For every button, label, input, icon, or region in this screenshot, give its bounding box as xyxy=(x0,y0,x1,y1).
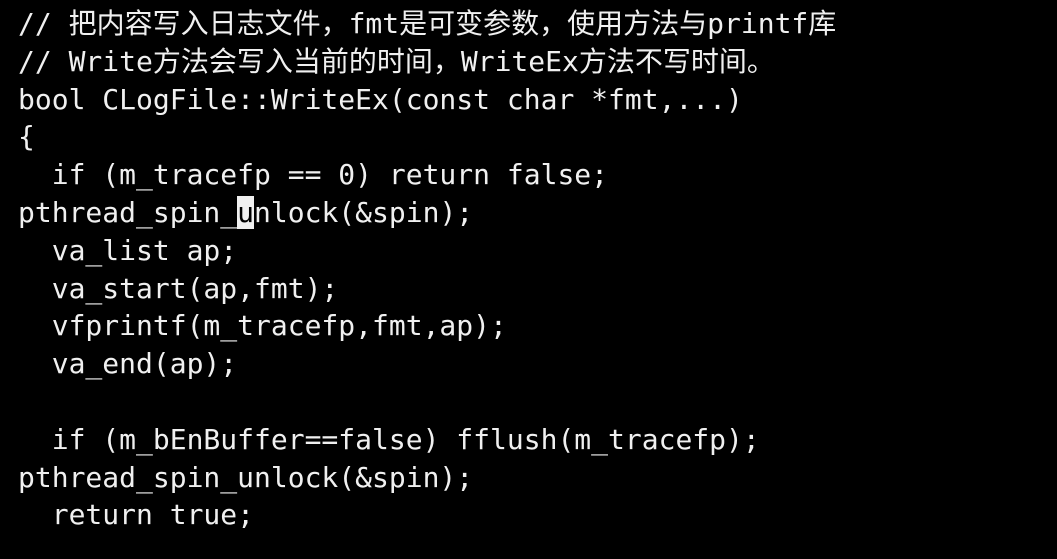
code-line-6-before-cursor: pthread_spin_ xyxy=(18,195,238,229)
code-line-8: va_start(ap,fmt); xyxy=(18,271,339,305)
code-line-5: if (m_tracefp == 0) return false; xyxy=(18,158,609,192)
code-line-14: return true; xyxy=(18,498,255,532)
code-line-3: bool CLogFile::WriteEx(const char *fmt,.… xyxy=(18,82,743,116)
code-line-7: va_list ap; xyxy=(18,233,238,267)
code-line-9: vfprintf(m_tracefp,fmt,ap); xyxy=(18,309,507,343)
code-line-6: pthread_spin_unlock(&spin); xyxy=(18,194,836,232)
code-line-6-after-cursor: nlock(&spin); xyxy=(254,195,474,229)
code-editor[interactable]: // 把内容写入日志文件，fmt是可变参数，使用方法与printf库 // Wri… xyxy=(18,5,836,534)
code-line-2: // Write方法会写入当前的时间，WriteEx方法不写时间。 xyxy=(18,44,775,78)
text-cursor: u xyxy=(237,195,255,229)
code-line-12: if (m_bEnBuffer==false) fflush(m_tracefp… xyxy=(18,422,760,456)
terminal-window[interactable]: // 把内容写入日志文件，fmt是可变参数，使用方法与printf库 // Wri… xyxy=(0,0,1057,559)
code-line-4: { xyxy=(18,120,35,154)
code-line-1: // 把内容写入日志文件，fmt是可变参数，使用方法与printf库 xyxy=(18,7,837,40)
code-line-13: pthread_spin_unlock(&spin); xyxy=(18,460,474,494)
code-line-10: va_end(ap); xyxy=(18,347,238,381)
